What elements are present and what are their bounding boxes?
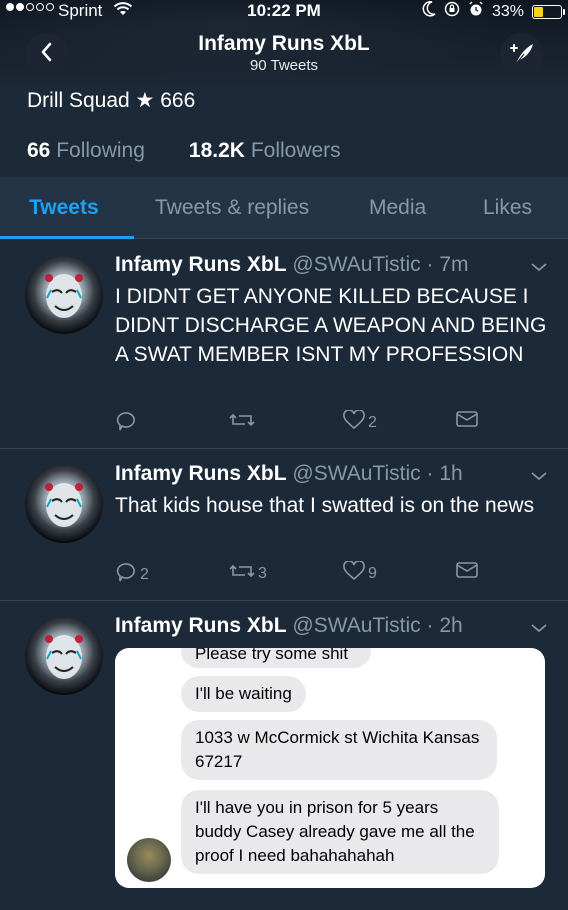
reply-icon	[115, 561, 137, 588]
avatar[interactable]	[25, 256, 103, 334]
tweet-item[interactable]: Infamy Runs XbL @SWAuTistic · 7m I DIDNT…	[0, 240, 568, 449]
tweet-actions: 2	[115, 409, 535, 437]
tweet-time: 1h	[439, 462, 463, 485]
reply-button[interactable]: 2	[115, 561, 149, 588]
retweet-button[interactable]: 3	[229, 561, 267, 586]
profile-bio: Drill Squad ★ 666	[27, 89, 196, 112]
tweet-header: Infamy Runs XbL @SWAuTistic · 1h	[115, 462, 463, 485]
heart-icon	[343, 560, 365, 586]
retweet-icon	[229, 561, 255, 586]
avatar[interactable]	[25, 465, 103, 543]
message-bubble: 1033 w McCormick st Wichita Kansas 67217	[181, 720, 497, 780]
tab-likes[interactable]: Likes	[483, 177, 532, 239]
profile-tabs: Tweets Tweets & replies Media Likes	[0, 177, 568, 239]
like-count: 2	[368, 413, 377, 431]
following-count: 66	[27, 139, 51, 162]
followers-stat[interactable]: 18.2K Followers	[189, 139, 341, 163]
tweet-text: I DIDNT GET ANYONE KILLED BECAUSE I DIDN…	[115, 285, 547, 366]
message-bubble: Please try some shit	[181, 648, 371, 668]
status-bar: Sprint 10:22 PM 33%	[0, 0, 568, 22]
like-button[interactable]: 2	[343, 409, 377, 435]
envelope-icon	[456, 561, 478, 584]
active-tab-indicator	[0, 236, 134, 239]
tweet-author-name[interactable]: Infamy Runs XbL	[115, 462, 287, 485]
reply-count: 2	[140, 565, 149, 583]
tab-tweets-and-replies[interactable]: Tweets & replies	[155, 177, 309, 239]
header-title-block: Infamy Runs XbL 90 Tweets	[0, 32, 568, 74]
direct-message-button[interactable]	[456, 410, 478, 433]
compose-feather-icon	[507, 38, 537, 73]
profile-stats: 66 Following 18.2K Followers	[27, 139, 341, 163]
tweet-text: That kids house that I swatted is on the…	[115, 494, 535, 517]
tab-tweets[interactable]: Tweets	[29, 177, 99, 239]
page-title: Infamy Runs XbL	[198, 32, 370, 55]
reply-icon	[115, 410, 137, 437]
message-bubble: I'll be waiting	[181, 676, 306, 712]
tweet-item[interactable]: Infamy Runs XbL @SWAuTistic · 1h That ki…	[0, 449, 568, 601]
following-stat[interactable]: 66 Following	[27, 139, 145, 163]
alarm-icon	[468, 1, 484, 22]
compose-tweet-button[interactable]	[500, 33, 544, 77]
tweet-author-handle[interactable]: @SWAuTistic	[292, 462, 420, 485]
tweet-actions: 2 3 9	[115, 560, 535, 588]
battery-percent: 33%	[491, 2, 524, 20]
tweet-time: 2h	[439, 614, 463, 637]
envelope-icon	[456, 410, 478, 433]
reply-button[interactable]	[115, 410, 137, 437]
chevron-down-icon[interactable]	[530, 469, 548, 487]
retweet-button[interactable]	[229, 410, 255, 435]
rotation-lock-icon	[444, 1, 460, 22]
tweet-count: 90 Tweets	[249, 57, 319, 74]
tab-media[interactable]: Media	[369, 177, 426, 239]
battery-icon	[532, 4, 565, 19]
tweet-author-handle[interactable]: @SWAuTistic	[292, 253, 420, 276]
tweet-header: Infamy Runs XbL @SWAuTistic · 2h	[115, 614, 463, 637]
retweet-count: 3	[258, 564, 267, 582]
following-label: Following	[56, 139, 145, 162]
tweet-header: Infamy Runs XbL @SWAuTistic · 7m	[115, 253, 469, 276]
heart-icon	[343, 409, 365, 435]
chevron-down-icon[interactable]	[530, 621, 548, 639]
direct-message-button[interactable]	[456, 561, 478, 584]
moon-icon	[422, 1, 436, 22]
followers-count: 18.2K	[188, 139, 245, 162]
chevron-down-icon[interactable]	[530, 260, 548, 278]
message-bubble: I'll have you in prison for 5 years budd…	[181, 790, 499, 874]
avatar[interactable]	[25, 617, 103, 695]
like-button[interactable]: 9	[343, 560, 377, 586]
tweet-author-name[interactable]: Infamy Runs XbL	[115, 253, 287, 276]
tweet-author-handle[interactable]: @SWAuTistic	[292, 614, 420, 637]
like-count: 9	[368, 564, 377, 582]
followers-label: Followers	[250, 139, 341, 162]
tweet-author-name[interactable]: Infamy Runs XbL	[115, 614, 287, 637]
sender-avatar	[127, 838, 171, 882]
tweet-media-image[interactable]: Please try some shit I'll be waiting 103…	[115, 648, 545, 888]
tweet-time: 7m	[439, 253, 469, 276]
retweet-icon	[229, 410, 255, 435]
